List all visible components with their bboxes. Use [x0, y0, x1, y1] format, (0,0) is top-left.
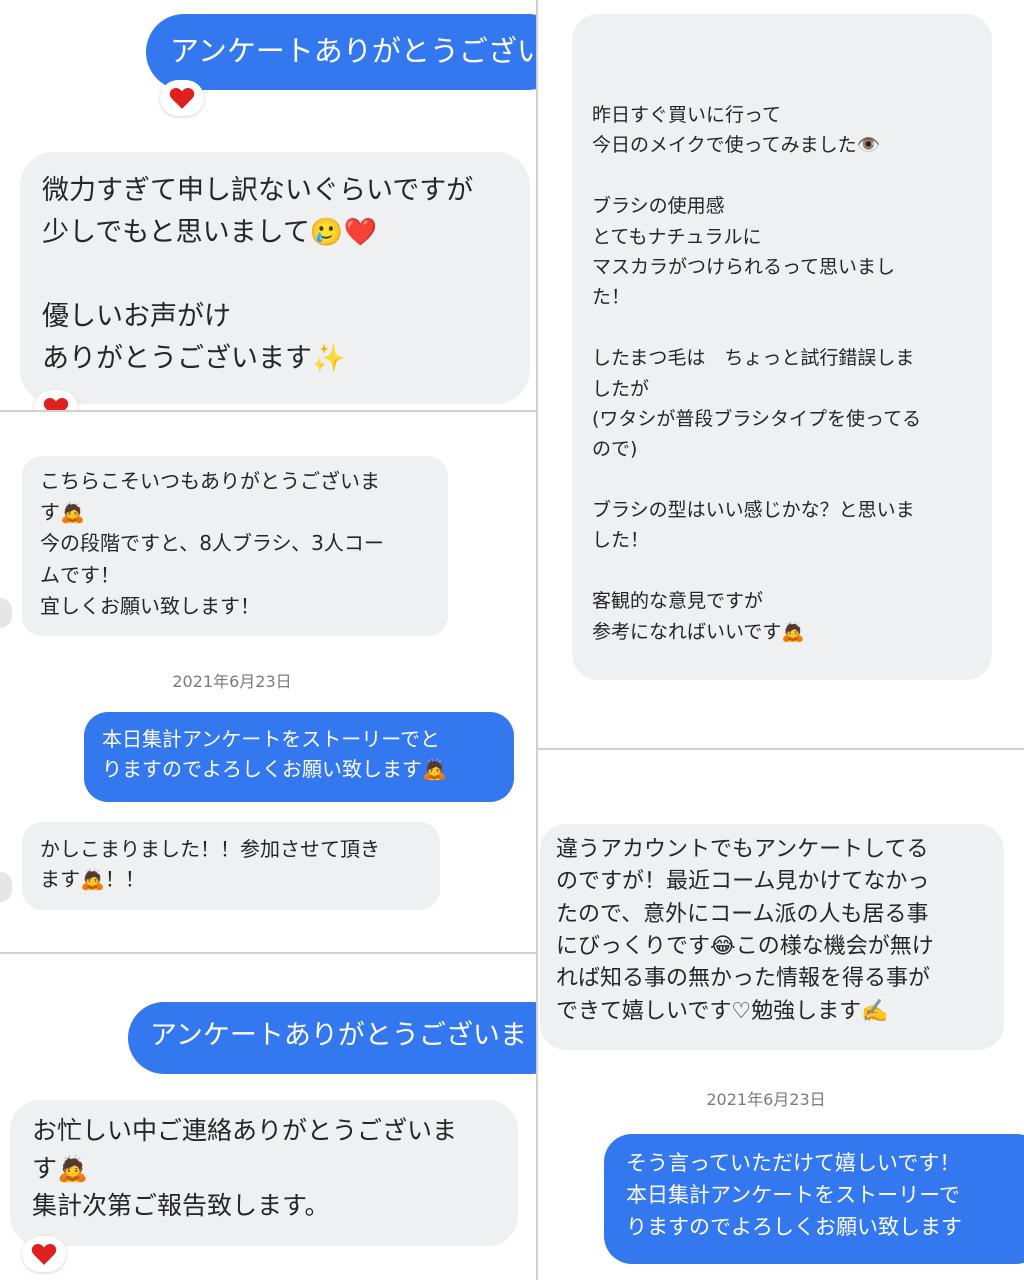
incoming-message[interactable]: 微力すぎて申し訳ないぐらいですが 少しでもと思いまして🥲❤️ 優しいお声がけ あ…	[20, 152, 530, 404]
heart-reaction-icon[interactable]	[160, 80, 204, 116]
avatar	[0, 598, 12, 628]
screenshot-panel-2: こちらこそいつもありがとうございま す🙇 今の段階ですと、8人ブラシ、3人コー …	[0, 412, 536, 952]
avatar	[0, 872, 12, 902]
incoming-message[interactable]: 昨日すぐ買いに行って 今日のメイクで使ってみました👁️ ブラシの使用感 とてもナ…	[572, 14, 992, 680]
screenshot-panel-3: アンケートありがとうございま お忙しい中ご連絡ありがとうございま す🙇 集計次第…	[0, 954, 536, 1280]
outgoing-message[interactable]: そう言っていただけて嬉しいです！ 本日集計アンケートをストーリーで りますのでよ…	[604, 1134, 1024, 1264]
screenshot-panel-5: 違うアカウントでもアンケートしてる のですが！最近コーム見かけてなかっ たので、…	[538, 750, 1024, 1280]
outgoing-message[interactable]: アンケートありがとうございま	[128, 1002, 536, 1074]
heart-reaction-icon[interactable]	[22, 1236, 66, 1272]
outgoing-message[interactable]: アンケートありがとうござい	[146, 14, 536, 90]
incoming-message[interactable]: かしこまりました！！参加させて頂き ます🙇！！	[22, 822, 440, 910]
incoming-message[interactable]: 違うアカウントでもアンケートしてる のですが！最近コーム見かけてなかっ たので、…	[540, 824, 1004, 1050]
screenshot-panel-4: 昨日すぐ買いに行って 今日のメイクで使ってみました👁️ ブラシの使用感 とてもナ…	[538, 0, 1024, 748]
date-separator: 2021年6月23日	[172, 672, 292, 691]
date-separator: 2021年6月23日	[706, 1090, 826, 1109]
incoming-message[interactable]: お忙しい中ご連絡ありがとうございま す🙇 集計次第ご報告致します。	[10, 1100, 518, 1246]
incoming-message[interactable]: こちらこそいつもありがとうございま す🙇 今の段階ですと、8人ブラシ、3人コー …	[22, 456, 448, 636]
screenshot-panel-1: アンケートありがとうござい 微力すぎて申し訳ないぐらいですが 少しでもと思いまし…	[0, 0, 536, 410]
outgoing-message[interactable]: 本日集計アンケートをストーリーでと りますのでよろしくお願い致します🙇	[84, 712, 514, 802]
